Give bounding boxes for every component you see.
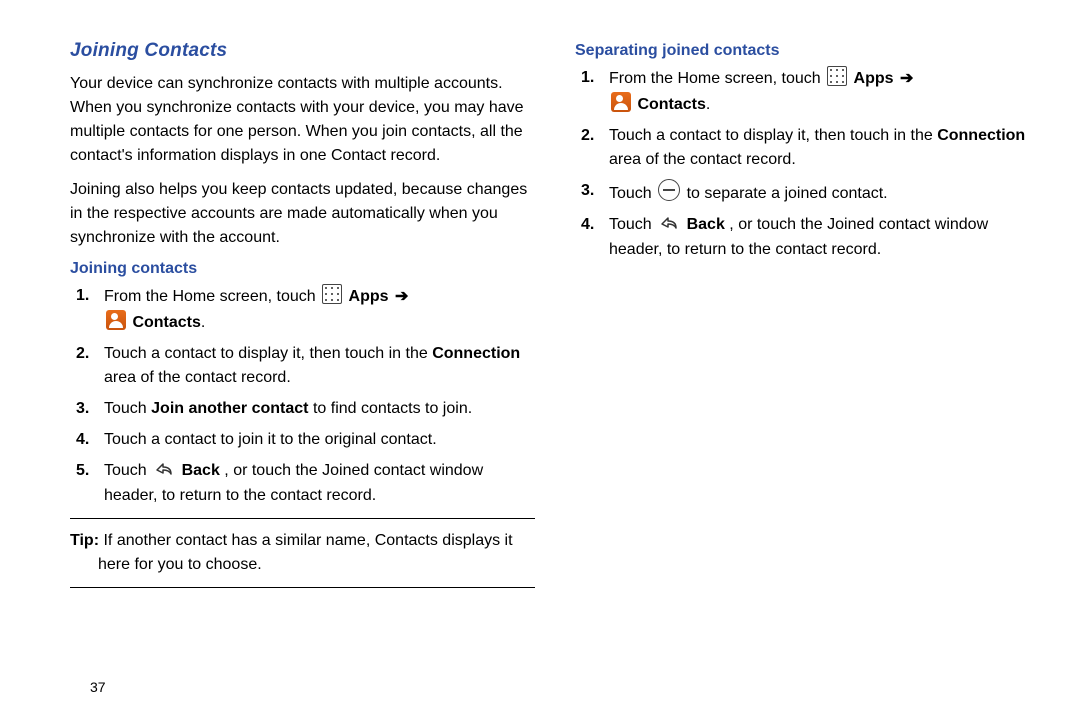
divider-bottom (70, 587, 535, 588)
join-another-label: Join another contact (151, 400, 308, 417)
connection-label: Connection (432, 345, 520, 362)
step-4: Touch a contact to join it to the origin… (100, 428, 535, 453)
step-1-text: From the Home screen, touch (104, 288, 320, 305)
right-column: Separating joined contacts From the Home… (575, 40, 1040, 598)
tip-text-1: If another contact has a similar name, C… (99, 532, 513, 549)
step-1: From the Home screen, touch Apps ➔ Conta… (100, 284, 535, 336)
back-icon (154, 461, 174, 477)
step-5-text-a: Touch (104, 462, 151, 479)
period: . (201, 314, 205, 331)
sep-step-2-text-b: area of the contact record. (609, 151, 796, 168)
subheading-joining: Joining contacts (70, 260, 535, 278)
tip-text-2: here for you to choose. (70, 553, 535, 577)
apps-label: Apps (349, 288, 389, 305)
arrow-icon: ➔ (896, 70, 914, 87)
back-label: Back (182, 462, 220, 479)
apps-icon (827, 66, 847, 86)
step-3-text-a: Touch (104, 400, 151, 417)
sep-step-1-text: From the Home screen, touch (609, 70, 825, 87)
back-icon (659, 215, 679, 231)
apps-label: Apps (854, 70, 894, 87)
sep-step-2: Touch a contact to display it, then touc… (605, 124, 1040, 174)
step-2: Touch a contact to display it, then touc… (100, 342, 535, 392)
sep-step-3-text-a: Touch (609, 185, 656, 202)
contacts-label: Contacts (132, 314, 200, 331)
step-2-text-b: area of the contact record. (104, 369, 291, 386)
intro-paragraph-2: Joining also helps you keep contacts upd… (70, 178, 535, 250)
page-number: 37 (90, 679, 106, 695)
sep-step-3-text-b: to separate a joined contact. (687, 185, 888, 202)
intro-paragraph-1: Your device can synchronize contacts wit… (70, 72, 535, 168)
left-column: Joining Contacts Your device can synchro… (70, 40, 535, 598)
step-3-text-b: to find contacts to join. (313, 400, 472, 417)
separate-icon (658, 179, 680, 201)
divider-top (70, 518, 535, 519)
heading-joining-contacts: Joining Contacts (70, 40, 535, 62)
separating-steps-list: From the Home screen, touch Apps ➔ Conta… (575, 66, 1040, 263)
contacts-label: Contacts (637, 96, 705, 113)
tip-block: Tip: If another contact has a similar na… (70, 529, 535, 577)
sep-step-3: Touch to separate a joined contact. (605, 179, 1040, 207)
back-label: Back (687, 216, 725, 233)
tip-label: Tip: (70, 532, 99, 549)
arrow-icon: ➔ (391, 288, 409, 305)
joining-steps-list: From the Home screen, touch Apps ➔ Conta… (70, 284, 535, 508)
connection-label: Connection (937, 127, 1025, 144)
subheading-separating: Separating joined contacts (575, 42, 1040, 60)
apps-icon (322, 284, 342, 304)
contacts-icon (611, 92, 631, 112)
sep-step-1: From the Home screen, touch Apps ➔ Conta… (605, 66, 1040, 118)
period: . (706, 96, 710, 113)
contacts-icon (106, 310, 126, 330)
sep-step-4: Touch Back , or touch the Joined contact… (605, 213, 1040, 263)
sep-step-2-text-a: Touch a contact to display it, then touc… (609, 127, 937, 144)
sep-step-4-text-a: Touch (609, 216, 656, 233)
manual-page: Joining Contacts Your device can synchro… (0, 0, 1080, 608)
step-2-text-a: Touch a contact to display it, then touc… (104, 345, 432, 362)
step-5: Touch Back , or touch the Joined contact… (100, 459, 535, 509)
step-3: Touch Join another contact to find conta… (100, 397, 535, 422)
